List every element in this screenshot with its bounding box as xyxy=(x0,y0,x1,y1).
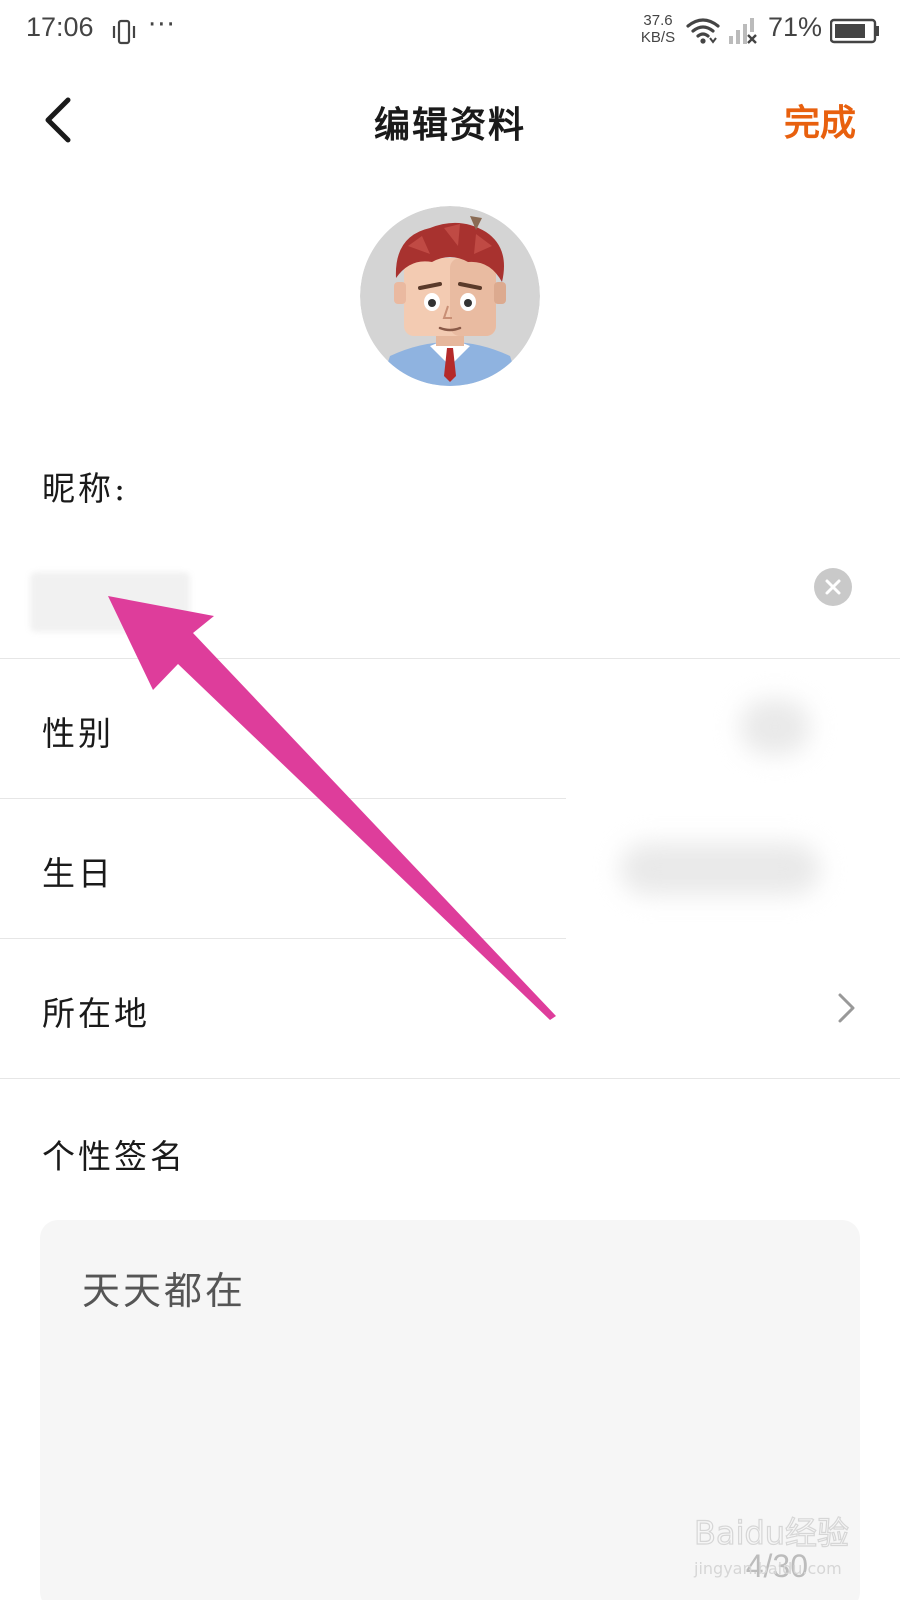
birthday-label: 生日 xyxy=(42,854,114,893)
network-speed: 37.6 KB/S xyxy=(638,12,678,46)
network-speed-value: 37.6 xyxy=(643,12,673,29)
signal-icon xyxy=(729,18,757,44)
watermark-brand: Baidu经验 xyxy=(694,1514,849,1552)
location-row[interactable]: 所在地 xyxy=(0,939,900,1077)
battery-percent: 71% xyxy=(768,12,823,42)
birthday-value-redacted xyxy=(620,843,820,895)
battery-icon xyxy=(830,18,879,44)
gender-label: 性别 xyxy=(42,714,114,753)
network-speed-unit: KB/S xyxy=(640,29,676,46)
location-label: 所在地 xyxy=(42,994,150,1033)
bio-label: 个性签名 xyxy=(42,1137,186,1176)
baidu-jingyan-watermark: Baidu经验 jingyan.baidu.com xyxy=(693,1513,850,1578)
nickname-value-redacted xyxy=(30,572,190,632)
done-button[interactable]: 完成 xyxy=(784,94,856,146)
gender-value-redacted xyxy=(740,699,810,755)
status-bar: 17:06 ··· 37.6 KB/S 71% xyxy=(0,0,900,64)
clear-input-button[interactable] xyxy=(814,568,852,606)
vibrate-icon xyxy=(112,19,136,45)
divider xyxy=(0,1078,900,1079)
more-notifications-icon: ··· xyxy=(148,10,176,40)
avatar[interactable] xyxy=(360,206,540,386)
nickname-label: 昵称: xyxy=(42,469,129,508)
page-title: 编辑资料 xyxy=(373,104,526,146)
chevron-right-icon xyxy=(838,993,855,1023)
nickname-input[interactable] xyxy=(0,540,900,640)
watermark-url: jingyan.baidu.com xyxy=(693,1559,842,1578)
top-navigation-bar: 编辑资料 完成 xyxy=(0,70,900,170)
bio-text: 天天都在 xyxy=(82,1269,247,1313)
edit-profile-screen: 17:06 ··· 37.6 KB/S 71% 编辑资料 完成 昵称: 性别 生… xyxy=(0,0,900,1600)
status-time: 17:06 xyxy=(26,12,94,42)
birthday-row[interactable]: 生日 xyxy=(0,799,900,937)
close-icon xyxy=(825,579,841,595)
wifi-icon xyxy=(686,18,720,44)
gender-row[interactable]: 性别 xyxy=(0,659,900,797)
